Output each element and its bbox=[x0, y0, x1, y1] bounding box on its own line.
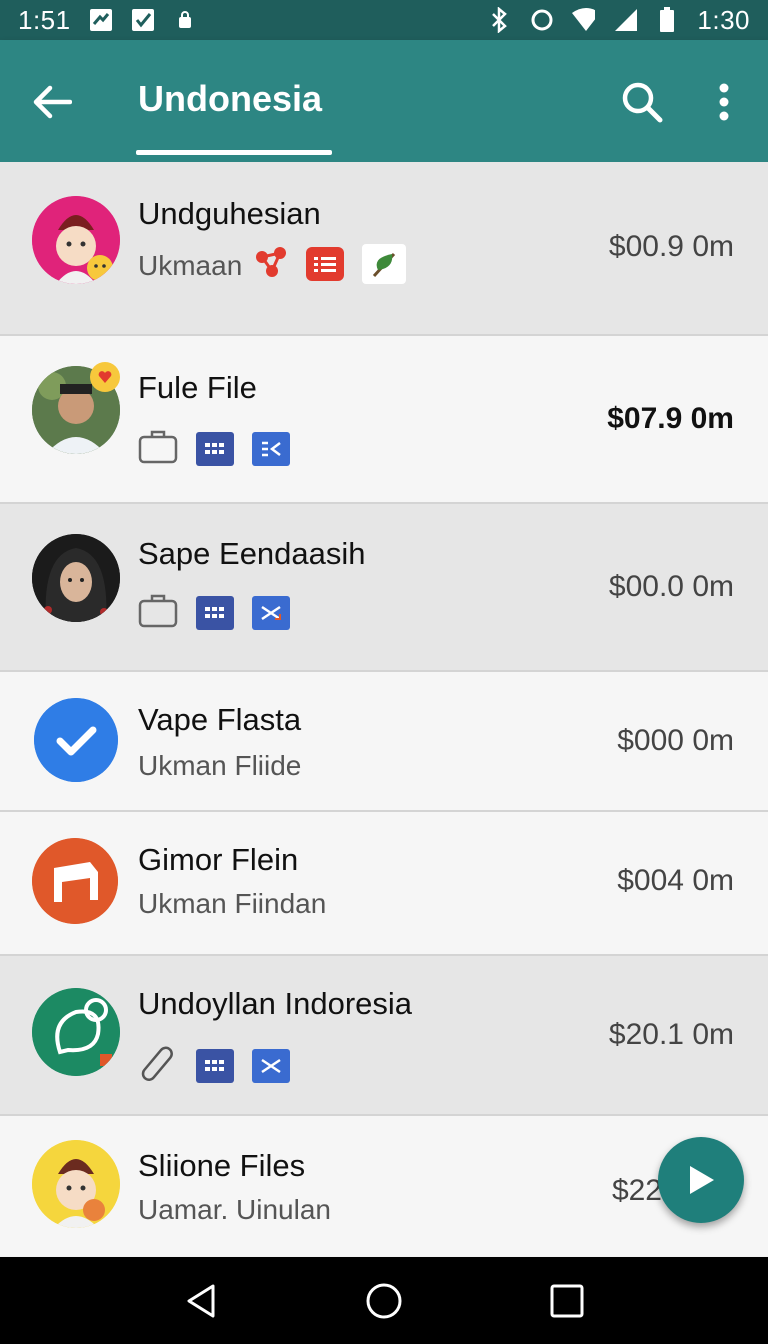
tab-indicator bbox=[136, 150, 332, 155]
nav-home-button[interactable] bbox=[354, 1271, 414, 1331]
page-title: Undonesia bbox=[138, 78, 323, 119]
item-title: Vape Flasta bbox=[138, 702, 302, 737]
list-item[interactable]: Vape Flasta Ukman Fliide $000 0m bbox=[0, 672, 768, 812]
nav-recents-button[interactable] bbox=[537, 1271, 597, 1331]
notification-icon bbox=[89, 8, 113, 32]
checkmark-icon bbox=[34, 698, 118, 782]
briefcase-icon bbox=[138, 592, 178, 633]
list-item[interactable]: Gimor Flein Ukman Fiindan $004 0m bbox=[0, 812, 768, 956]
item-title: Undoyllan Indoresia bbox=[138, 986, 413, 1021]
status-time-right: 1:30 bbox=[697, 4, 750, 35]
list-item[interactable]: Sape Eendaasih $00.0 0m bbox=[0, 504, 768, 672]
sync-icon bbox=[529, 8, 553, 32]
app-bar: Undonesia bbox=[0, 40, 768, 162]
status-bar: 1:51 1:30 bbox=[0, 0, 768, 40]
briefcase-icon bbox=[138, 428, 178, 469]
search-icon bbox=[622, 82, 663, 123]
status-time-left: 1:51 bbox=[18, 4, 71, 35]
play-button[interactable] bbox=[658, 1137, 744, 1223]
search-button[interactable] bbox=[614, 74, 670, 130]
file-list: Undguhesian Ukmaan $00.9 0m Fule File $0… bbox=[0, 162, 768, 1256]
item-price: $00.0 0m bbox=[608, 570, 734, 603]
avatar bbox=[32, 838, 118, 924]
leaf-icon bbox=[362, 244, 406, 284]
list-item[interactable]: Sliione Files Uamar. Uinulan $22 bbox=[0, 1116, 768, 1256]
item-title: Fule File bbox=[138, 370, 257, 405]
system-nav-bar bbox=[0, 1257, 768, 1344]
wifi-icon bbox=[571, 8, 596, 32]
nav-recents-icon bbox=[550, 1284, 584, 1317]
list-item[interactable]: Undoyllan Indoresia $20.1 0m bbox=[0, 956, 768, 1116]
checkmark-avatar bbox=[34, 698, 118, 782]
compare-icon bbox=[252, 431, 290, 466]
more-vert-icon bbox=[719, 83, 729, 121]
shuffle-icon bbox=[252, 595, 290, 630]
back-arrow-icon bbox=[33, 85, 72, 119]
item-subtitle: Uamar. Uinulan bbox=[138, 1194, 331, 1225]
back-button[interactable] bbox=[26, 76, 78, 128]
item-subtitle: Ukman Fiindan bbox=[138, 888, 327, 919]
play-icon bbox=[690, 1166, 714, 1194]
notification-icon bbox=[131, 8, 155, 32]
item-price: $000 0m bbox=[617, 724, 734, 757]
item-subtitle: Ukman Fliide bbox=[138, 750, 302, 781]
more-options-button[interactable] bbox=[700, 74, 748, 130]
item-title: Undguhesian bbox=[138, 196, 321, 231]
item-subtitle: Ukmaan bbox=[138, 250, 243, 281]
list-item[interactable]: Fule File $07.9 0m bbox=[0, 336, 768, 504]
battery-icon bbox=[655, 7, 679, 32]
grid-icon bbox=[196, 431, 234, 466]
bluetooth-icon bbox=[487, 7, 511, 33]
item-price: $22 bbox=[611, 1174, 662, 1207]
share-icon bbox=[254, 245, 288, 284]
nav-back-button[interactable] bbox=[171, 1271, 231, 1331]
grid-icon bbox=[196, 595, 234, 630]
item-price: $00.9 0m bbox=[608, 230, 734, 263]
item-title: Gimor Flein bbox=[138, 842, 299, 877]
nav-home-icon bbox=[366, 1283, 402, 1318]
heart-badge-icon bbox=[90, 362, 120, 392]
avatar bbox=[32, 1140, 120, 1228]
avatar bbox=[32, 988, 120, 1076]
item-title: Sape Eendaasih bbox=[138, 536, 366, 571]
grid-icon bbox=[196, 1048, 234, 1083]
avatar bbox=[32, 196, 120, 284]
table-icon bbox=[32, 838, 118, 924]
nav-back-icon bbox=[187, 1284, 215, 1317]
attachment-icon bbox=[138, 1044, 178, 1087]
lock-icon bbox=[173, 8, 197, 32]
item-price: $07.9 0m bbox=[607, 402, 734, 435]
list-icon bbox=[306, 247, 344, 281]
item-title: Sliione Files bbox=[138, 1148, 306, 1183]
item-price: $004 0m bbox=[617, 864, 734, 897]
shuffle-icon bbox=[252, 1048, 290, 1083]
chat-leaf-icon bbox=[32, 988, 120, 1076]
item-price: $20.1 0m bbox=[608, 1018, 734, 1051]
signal-icon bbox=[613, 8, 638, 32]
list-item[interactable]: Undguhesian Ukmaan $00.9 0m bbox=[0, 162, 768, 336]
avatar bbox=[32, 534, 120, 622]
